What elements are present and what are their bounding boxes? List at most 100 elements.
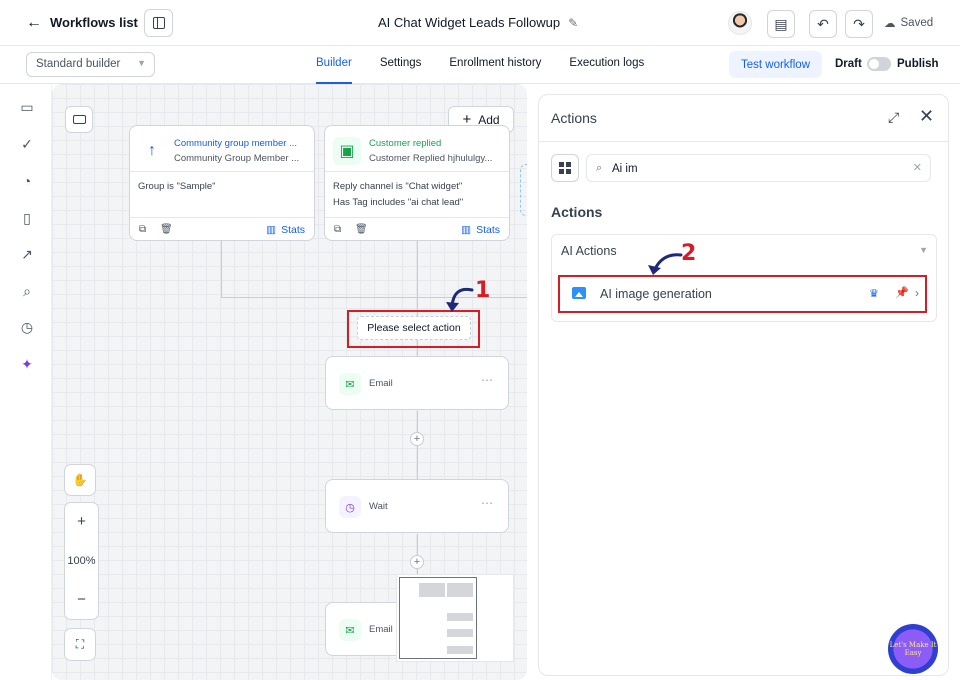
cloud-icon: ☁ <box>884 18 896 30</box>
arrow-up-icon: ↑ <box>148 142 156 159</box>
zoom-controls: + 100% − <box>64 502 99 620</box>
logo-text: Let's Make It Easy <box>889 641 937 657</box>
add-step-button[interactable]: + <box>410 555 424 569</box>
workflow-title[interactable]: AI Chat Widget Leads Followup ✎ <box>378 15 578 30</box>
connector-line <box>221 297 417 298</box>
node-label: Email <box>369 624 393 635</box>
clock-icon: ◷ <box>339 496 361 518</box>
add-step-button[interactable]: + <box>410 432 424 446</box>
action-node-email[interactable]: ✉ Email ⋯ <box>325 356 509 410</box>
action-item-ai-image-generation[interactable]: AI image generation ♛ 📌 › <box>558 275 927 313</box>
copy-icon[interactable]: ⧉ <box>334 224 341 235</box>
chat-icon: ▣ <box>333 137 361 165</box>
document-icon: ▤ <box>774 15 788 32</box>
keyboard-icon <box>72 115 86 124</box>
stats-button[interactable]: ▥ Stats <box>266 224 305 236</box>
bar-chart-icon: ▥ <box>266 224 277 236</box>
connector-line <box>221 241 222 297</box>
stats-label: Stats <box>281 224 305 236</box>
workflow-canvas[interactable]: + Add ↑ Community group member ... Commu… <box>52 84 527 680</box>
pencil-icon[interactable]: ✎ <box>568 16 578 30</box>
builder-mode-select[interactable]: Standard builder ▼ <box>26 52 155 77</box>
node-label: Wait <box>369 501 388 512</box>
chevron-down-icon[interactable]: ▼ <box>919 245 928 255</box>
search-input[interactable] <box>612 160 902 177</box>
back-label: Workflows list <box>50 15 138 30</box>
tab-enrollment-history[interactable]: Enrollment history <box>449 57 541 84</box>
external-link-icon[interactable]: ↗ <box>19 246 35 262</box>
zoom-out-button[interactable]: − <box>65 591 98 608</box>
trigger-card-customer-replied[interactable]: ▣ Customer replied Customer Replied hjhu… <box>324 125 510 241</box>
search-icon[interactable]: ⌕ <box>19 283 35 299</box>
avatar[interactable] <box>728 11 752 35</box>
keyboard-shortcuts-button[interactable] <box>65 106 93 133</box>
back-to-workflows-link[interactable]: ← Workflows list <box>26 14 138 30</box>
minimap[interactable] <box>396 574 514 662</box>
file-icon[interactable]: ▯ <box>19 210 35 226</box>
grid-icon <box>559 162 571 174</box>
trigger-condition: Has Tag includes "ai chat lead" <box>333 197 464 208</box>
comment-icon[interactable]: ▭ <box>19 99 35 115</box>
trash-icon[interactable]: 🗑 <box>160 224 173 235</box>
test-workflow-button[interactable]: Test workflow <box>729 51 822 78</box>
more-options-icon[interactable]: ⋯ <box>481 373 494 387</box>
builder-mode-value: Standard builder <box>36 58 121 70</box>
actions-panel: Actions ⤢ ✕ ⌕ ✕ Actions AI Actions ▼ AI … <box>538 94 949 676</box>
connector-line <box>417 241 418 316</box>
saved-status: ☁ Saved <box>884 16 933 30</box>
saved-label: Saved <box>900 17 934 29</box>
publish-toggle[interactable] <box>867 57 891 71</box>
stats-button[interactable]: ▥ Stats <box>461 224 500 236</box>
chevron-down-icon: ▼ <box>137 58 146 68</box>
brand-logo: Let's Make It Easy <box>888 624 938 674</box>
action-node-wait[interactable]: ◷ Wait ⋯ <box>325 479 509 533</box>
add-trigger-placeholder[interactable] <box>520 164 527 216</box>
pan-tool-button[interactable]: ✋ <box>64 464 96 496</box>
pie-chart-icon[interactable]: ◔ <box>19 173 35 189</box>
expand-icon[interactable]: ⤢ <box>888 109 899 126</box>
check-circle-icon[interactable]: ✓ <box>19 136 35 152</box>
more-options-icon[interactable]: ⋯ <box>481 496 494 510</box>
sparkle-icon[interactable]: ✦ <box>19 356 35 372</box>
trigger-condition: Group is "Sample" <box>138 181 216 192</box>
pin-icon[interactable]: 📌 <box>895 286 909 299</box>
tab-execution-logs[interactable]: Execution logs <box>569 57 644 84</box>
publish-label: Publish <box>897 58 939 70</box>
step-number-2: 2 <box>681 241 697 266</box>
email-icon: ✉ <box>339 373 361 395</box>
undo-button[interactable]: ↶ <box>809 10 837 38</box>
minimap-viewport[interactable] <box>399 577 477 659</box>
trigger-footer: ⧉ 🗑 ▥ Stats <box>325 217 509 241</box>
document-list-button[interactable]: ▤ <box>767 10 795 38</box>
builder-toolbar: Standard builder ▼ Builder Settings Enro… <box>0 46 960 84</box>
category-grid-button[interactable] <box>551 154 579 182</box>
tab-builder[interactable]: Builder <box>316 57 352 84</box>
email-icon: ✉ <box>339 619 361 641</box>
step-number-1: 1 <box>475 278 491 303</box>
tab-settings[interactable]: Settings <box>380 57 422 84</box>
left-rail: ▭ ✓ ◔ ▯ ↗ ⌕ ◷ ✦ <box>0 84 52 680</box>
divider <box>539 141 948 142</box>
stats-label: Stats <box>476 224 500 236</box>
panel-title: Actions <box>551 110 597 126</box>
workflow-tabs: Builder Settings Enrollment history Exec… <box>316 57 672 84</box>
zoom-in-button[interactable]: + <box>65 513 98 530</box>
toggle-sidebar-button[interactable] <box>144 9 173 37</box>
node-label: Email <box>369 378 393 389</box>
fit-view-button[interactable]: ⛶ <box>64 628 96 661</box>
redo-icon: ↷ <box>853 15 865 32</box>
copy-icon[interactable]: ⧉ <box>139 224 146 235</box>
bar-chart-icon: ▥ <box>461 224 472 236</box>
annotation-arrow-1 <box>446 287 474 312</box>
trigger-name: Community group member ... <box>174 138 298 149</box>
trash-icon[interactable]: 🗑 <box>355 224 368 235</box>
redo-button[interactable]: ↷ <box>845 10 873 38</box>
history-icon[interactable]: ◷ <box>19 319 35 335</box>
divider <box>325 171 509 172</box>
group-title[interactable]: AI Actions <box>561 244 617 258</box>
chevron-right-icon[interactable]: › <box>915 286 919 300</box>
clear-search-icon[interactable]: ✕ <box>913 161 922 174</box>
draft-label: Draft <box>835 58 862 70</box>
trigger-card-community-group[interactable]: ↑ Community group member ... Community G… <box>129 125 315 241</box>
close-icon[interactable]: ✕ <box>919 106 934 127</box>
